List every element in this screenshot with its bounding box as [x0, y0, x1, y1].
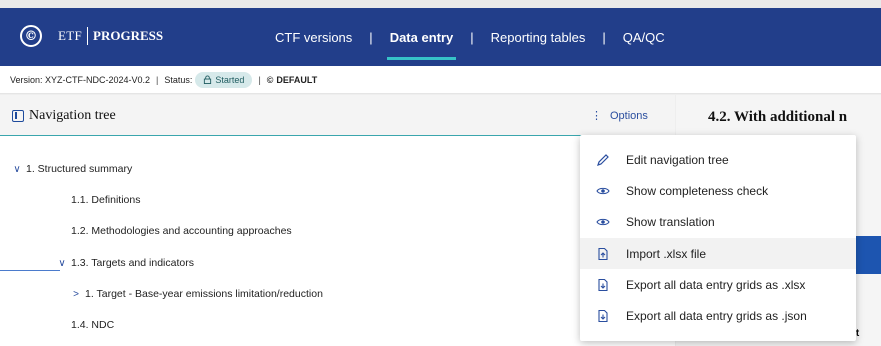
brand-progress: PROGRESS: [93, 28, 164, 43]
eye-icon: [596, 184, 610, 198]
default-label: © DEFAULT: [267, 75, 317, 85]
options-button[interactable]: ⋮ Options: [591, 109, 648, 123]
tree-item-label: 1.4. NDC: [71, 319, 115, 331]
tree-item-label: 1.3. Targets and indicators: [71, 257, 194, 269]
file-download-icon: [596, 278, 610, 292]
tree-item-targets-indicators[interactable]: ∨ 1.3. Targets and indicators: [57, 257, 194, 269]
nav-divider: |: [369, 29, 373, 45]
menu-item-export-json[interactable]: Export all data entry grids as .json: [580, 300, 856, 331]
navigation-panel: Navigation tree ⋮ Options ∨ 1. Structure…: [0, 95, 675, 346]
chevron-down-icon[interactable]: ∨: [12, 164, 22, 175]
top-navbar: © ETF PROGRESS CTF versions | Data entry…: [0, 8, 881, 66]
navigation-panel-header: Navigation tree ⋮ Options: [0, 95, 675, 136]
nav-divider: |: [470, 29, 474, 45]
menu-item-show-completeness-check[interactable]: Show completeness check: [580, 175, 856, 206]
panel-collapse-icon[interactable]: [12, 110, 24, 122]
navigation-tree-title-text: Navigation tree: [29, 108, 116, 123]
eye-icon: [596, 215, 610, 229]
chevron-right-icon[interactable]: >: [71, 289, 81, 300]
nav-reporting-tables[interactable]: Reporting tables: [488, 8, 589, 66]
main-nav: CTF versions | Data entry | Reporting ta…: [272, 8, 668, 66]
tree-item-target-base-year[interactable]: > 1. Target - Base-year emissions limita…: [71, 288, 323, 300]
menu-item-label: Show completeness check: [626, 183, 769, 198]
app-logo[interactable]: © ETF PROGRESS: [20, 25, 163, 47]
file-download-icon: [596, 309, 610, 323]
kebab-icon: ⋮: [591, 110, 602, 122]
nav-qa-qc[interactable]: QA/QC: [620, 8, 668, 66]
menu-item-label: Edit navigation tree: [626, 152, 729, 167]
status-separator: |: [258, 74, 261, 85]
tree-item-definitions[interactable]: 1.1. Definitions: [71, 194, 140, 206]
pencil-icon: [596, 153, 610, 167]
tree-item-label: 1. Structured summary: [26, 163, 133, 175]
tree-item-label: 1.2. Methodologies and accounting approa…: [71, 225, 292, 237]
logo-c-icon: ©: [20, 25, 42, 47]
menu-item-export-xlsx[interactable]: Export all data entry grids as .xlsx: [580, 269, 856, 300]
menu-item-edit-navigation-tree[interactable]: Edit navigation tree: [580, 144, 856, 175]
tree-item-methodologies[interactable]: 1.2. Methodologies and accounting approa…: [71, 225, 292, 237]
version-text: Version: XYZ-CTF-NDC-2024-V0.2: [10, 74, 151, 85]
lock-icon: [204, 75, 212, 84]
status-badge: Started: [195, 71, 253, 88]
default-text: DEFAULT: [276, 74, 318, 85]
nav-ctf-versions[interactable]: CTF versions: [272, 8, 355, 66]
menu-item-label: Show translation: [626, 215, 715, 230]
navigation-tree-title: Navigation tree: [12, 108, 116, 124]
tree-item-label: 1. Target - Base-year emissions limitati…: [85, 288, 323, 300]
menu-item-label: Export all data entry grids as .json: [626, 309, 807, 324]
tree-item-ndc[interactable]: 1.4. NDC: [71, 319, 114, 331]
section-title: 4.2. With additional n: [708, 109, 848, 125]
menu-item-show-translation[interactable]: Show translation: [580, 207, 856, 238]
nav-divider: |: [602, 29, 606, 45]
top-strip: [0, 0, 881, 8]
brand-separator: [87, 27, 89, 45]
menu-item-label: Import .xlsx file: [626, 246, 707, 261]
tree-item-label: 1.1. Definitions: [71, 194, 141, 206]
options-label: Options: [610, 109, 648, 122]
version-status-bar: Version: XYZ-CTF-NDC-2024-V0.2 | Status:…: [0, 66, 881, 94]
menu-item-label: Export all data entry grids as .xlsx: [626, 277, 806, 292]
left-edge-line: [0, 270, 60, 271]
brand-text: ETF PROGRESS: [58, 27, 163, 45]
status-badge-label: Started: [215, 74, 245, 85]
brand-etf: ETF: [58, 28, 83, 43]
nav-data-entry[interactable]: Data entry: [386, 8, 457, 66]
app-frame: © ETF PROGRESS CTF versions | Data entry…: [0, 0, 881, 346]
status-separator: |: [156, 74, 159, 85]
options-dropdown-menu: Edit navigation tree Show completeness c…: [580, 135, 856, 341]
file-upload-icon: [596, 247, 610, 261]
copyright-icon: ©: [266, 74, 274, 85]
chevron-down-icon[interactable]: ∨: [57, 258, 67, 269]
menu-item-import-xlsx[interactable]: Import .xlsx file: [580, 237, 856, 270]
status-label: Status:: [164, 74, 193, 85]
tree-item-structured-summary[interactable]: ∨ 1. Structured summary: [12, 163, 132, 175]
